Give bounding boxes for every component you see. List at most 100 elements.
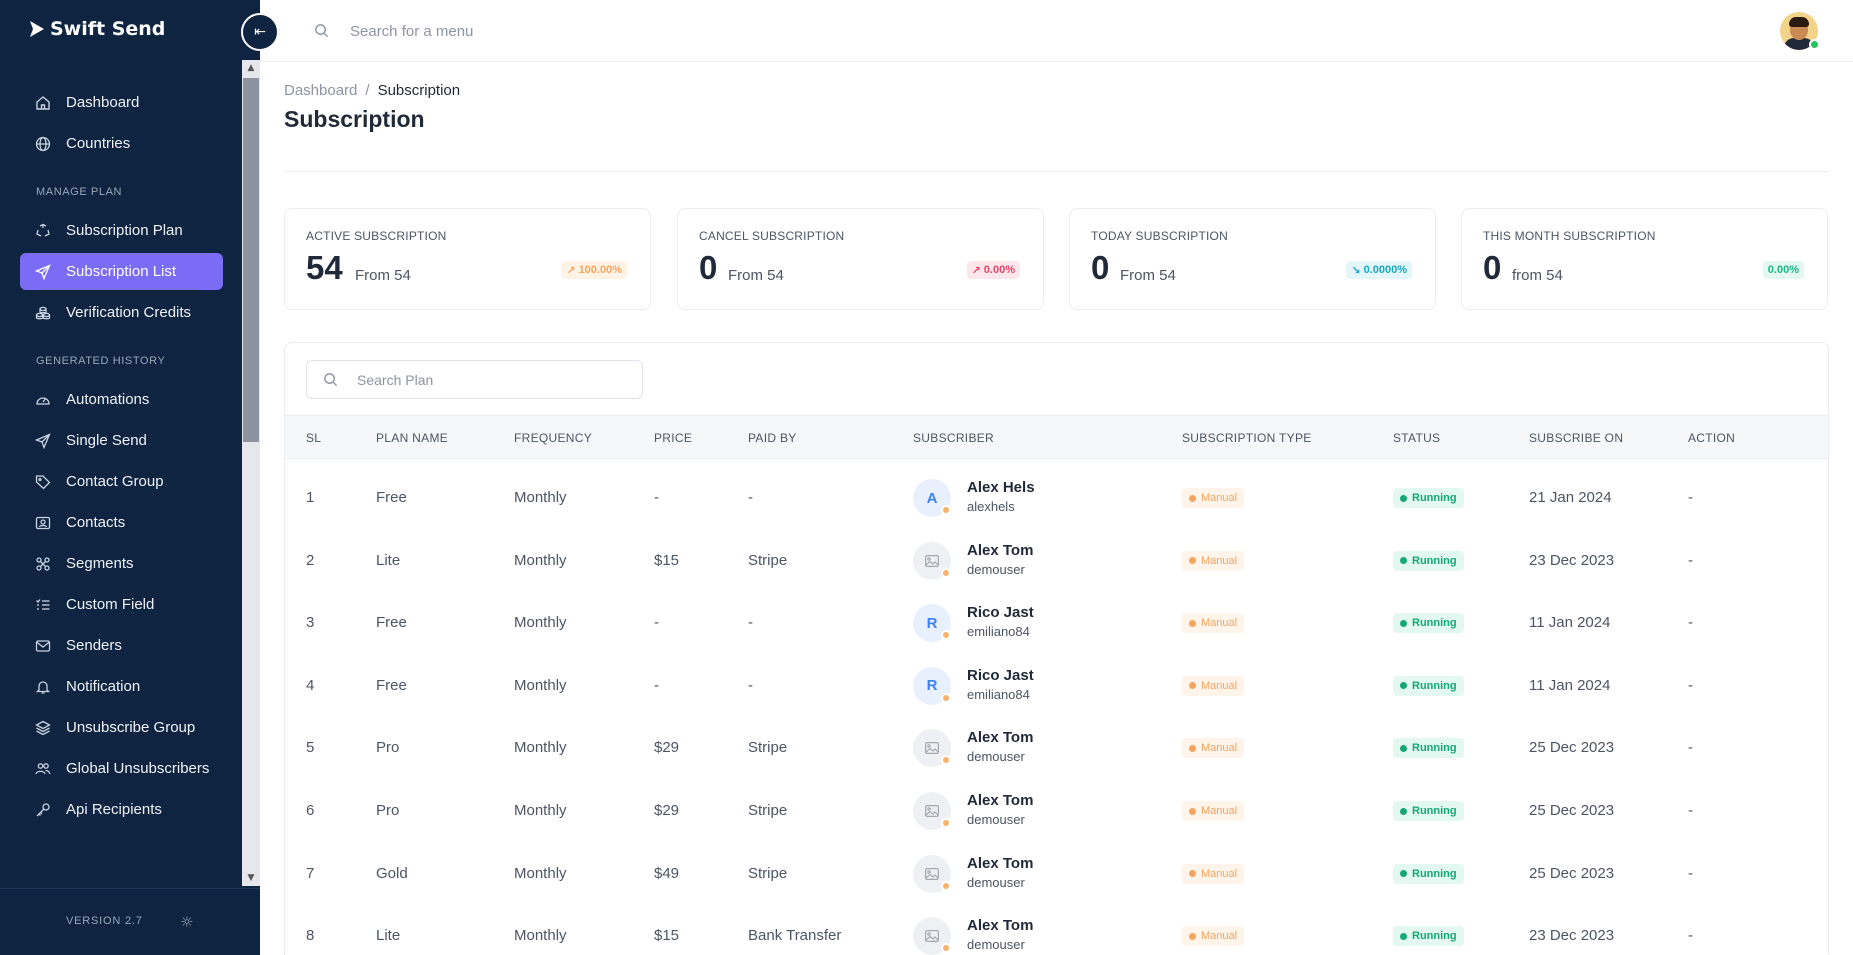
header-sl[interactable]: SL: [306, 431, 321, 445]
cell-action[interactable]: -: [1688, 802, 1693, 819]
scroll-up-icon[interactable]: ▲: [242, 60, 260, 76]
sidebar-item-label: Subscription List: [66, 263, 177, 280]
cell-action[interactable]: -: [1688, 927, 1693, 944]
app-logo[interactable]: Swift Send: [28, 18, 165, 40]
sun-icon[interactable]: ☼: [180, 913, 193, 931]
type-label: Manual: [1201, 617, 1238, 630]
sidebar-item-notification[interactable]: Notification: [20, 668, 223, 705]
subscriber-username: demouser: [967, 812, 1025, 827]
subscriber-name[interactable]: Alex Hels: [967, 479, 1035, 496]
subscriber-name[interactable]: Alex Tom: [967, 792, 1033, 809]
header-action[interactable]: ACTION: [1688, 431, 1735, 445]
sidebar-item-unsubscribe-group[interactable]: Unsubscribe Group: [20, 709, 223, 746]
section-manage-plan: MANAGE PLAN: [36, 186, 123, 198]
subscriber-name[interactable]: Rico Jast: [967, 667, 1034, 684]
cell-action[interactable]: -: [1688, 489, 1693, 506]
subscriber-name[interactable]: Alex Tom: [967, 729, 1033, 746]
header-price[interactable]: PRICE: [654, 431, 692, 445]
trend-up-icon: ↗: [566, 264, 576, 277]
cell-paid-by: Stripe: [748, 864, 788, 882]
cell-subscribe-on: 11 Jan 2024: [1529, 676, 1611, 694]
cell-sl: 8: [306, 927, 315, 945]
status-dot: [1400, 744, 1407, 752]
sidebar-item-contacts[interactable]: Contacts: [20, 504, 223, 541]
header-frequency[interactable]: FREQUENCY: [514, 431, 592, 445]
sidebar-item-segments[interactable]: Segments: [20, 545, 223, 582]
cell-paid-by: Bank Transfer: [748, 927, 842, 945]
sidebar-scrollbar-thumb[interactable]: [243, 78, 259, 442]
cell-action[interactable]: -: [1688, 739, 1693, 756]
type-dot: [1189, 744, 1196, 752]
gauge-icon: [34, 391, 52, 409]
header-subscription-type[interactable]: SUBSCRIPTION TYPE: [1182, 431, 1312, 445]
plan-search-input[interactable]: [357, 369, 627, 391]
scroll-down-icon[interactable]: ▼: [242, 870, 260, 886]
cell-paid-by: Stripe: [748, 739, 788, 757]
sidebar-item-subscription-list[interactable]: Subscription List: [20, 253, 223, 290]
status-dot: [1400, 807, 1407, 815]
subscription-type-badge: Manual: [1182, 613, 1245, 634]
cell-frequency: Monthly: [514, 676, 567, 694]
cell-frequency: Monthly: [514, 802, 567, 819]
sidebar-item-custom-field[interactable]: Custom Field: [20, 586, 223, 623]
sidebar-item-label: Segments: [66, 555, 134, 572]
subscriber-name[interactable]: Alex Tom: [967, 542, 1033, 559]
subscriber-username: demouser: [967, 749, 1025, 765]
sidebar-item-api-recipients[interactable]: Api Recipients: [20, 791, 223, 828]
header-plan-name[interactable]: PLAN NAME: [376, 431, 448, 445]
globe-icon: [34, 135, 52, 153]
cell-subscribe-on: 25 Dec 2023: [1529, 802, 1615, 819]
subscription-type-badge: Manual: [1182, 926, 1245, 947]
subscription-type-badge: Manual: [1182, 863, 1245, 884]
menu-search-input[interactable]: [350, 18, 750, 44]
paper-plane-icon: [34, 432, 52, 450]
sidebar-item-dashboard[interactable]: Dashboard: [20, 84, 223, 121]
sidebar-item-label: Contact Group: [66, 473, 164, 490]
sidebar-item-single-send[interactable]: Single Send: [20, 422, 223, 459]
cell-paid-by: Stripe: [748, 802, 788, 819]
sidebar-item-contact-group[interactable]: Contact Group: [20, 463, 223, 500]
table-header: SL PLAN NAME FREQUENCY PRICE PAID BY SUB…: [285, 415, 1828, 459]
sidebar-item-automations[interactable]: Automations: [20, 381, 223, 418]
header-subscriber[interactable]: SUBSCRIBER: [913, 431, 994, 445]
coins-icon: [34, 304, 52, 322]
cell-price: -: [654, 614, 659, 632]
status-label: Running: [1412, 554, 1457, 567]
subscriber-name[interactable]: Alex Tom: [967, 855, 1033, 872]
status-label: Running: [1412, 492, 1457, 504]
app-version: VERSION 2.7: [66, 915, 143, 927]
status-label: Running: [1412, 805, 1457, 817]
subscriber-name[interactable]: Rico Jast: [967, 604, 1034, 621]
header-paid-by[interactable]: PAID BY: [748, 431, 797, 445]
subscriber-status-dot: [941, 567, 951, 578]
sidebar-item-senders[interactable]: Senders: [20, 627, 223, 664]
subscriber-username: emiliano84: [967, 624, 1030, 640]
sidebar-item-global-unsubscribers[interactable]: Global Unsubscribers: [20, 750, 223, 787]
stat-badge: 0.00%: [1762, 261, 1804, 279]
stat-label: THIS MONTH SUBSCRIPTION: [1483, 229, 1656, 243]
bell-icon: [34, 678, 52, 696]
cell-subscribe-on: 23 Dec 2023: [1529, 927, 1615, 945]
sidebar-item-subscription-plan[interactable]: Subscription Plan: [20, 212, 223, 249]
type-label: Manual: [1201, 805, 1238, 817]
breadcrumb-current: Subscription: [377, 82, 461, 99]
sidebar-item-verification-credits[interactable]: Verification Credits: [20, 294, 223, 331]
subscriber-status-dot: [941, 630, 951, 641]
cell-sl: 5: [306, 739, 315, 757]
status-badge: Running: [1393, 613, 1464, 634]
breadcrumb-root-link[interactable]: Dashboard: [284, 82, 357, 99]
header-subscribe-on[interactable]: SUBSCRIBE ON: [1529, 431, 1623, 445]
cell-action[interactable]: -: [1688, 865, 1693, 882]
type-label: Manual: [1201, 930, 1238, 943]
subscriber-name[interactable]: Alex Tom: [967, 917, 1033, 934]
cell-action[interactable]: -: [1688, 677, 1693, 694]
header-status[interactable]: STATUS: [1393, 431, 1440, 445]
cell-action[interactable]: -: [1688, 552, 1693, 569]
stat-card-cancel: CANCEL SUBSCRIPTION 0 From 54 ↗ 0.00%: [677, 208, 1044, 310]
stat-badge: ↘ 0.0000%: [1346, 261, 1412, 279]
subscriber-username: demouser: [967, 874, 1025, 890]
sidebar-item-countries[interactable]: Countries: [20, 125, 223, 162]
cell-action[interactable]: -: [1688, 614, 1693, 631]
sidebar-collapse-button[interactable]: ⇤: [241, 13, 279, 51]
cell-subscribe-on: 11 Jan 2024: [1529, 614, 1611, 632]
